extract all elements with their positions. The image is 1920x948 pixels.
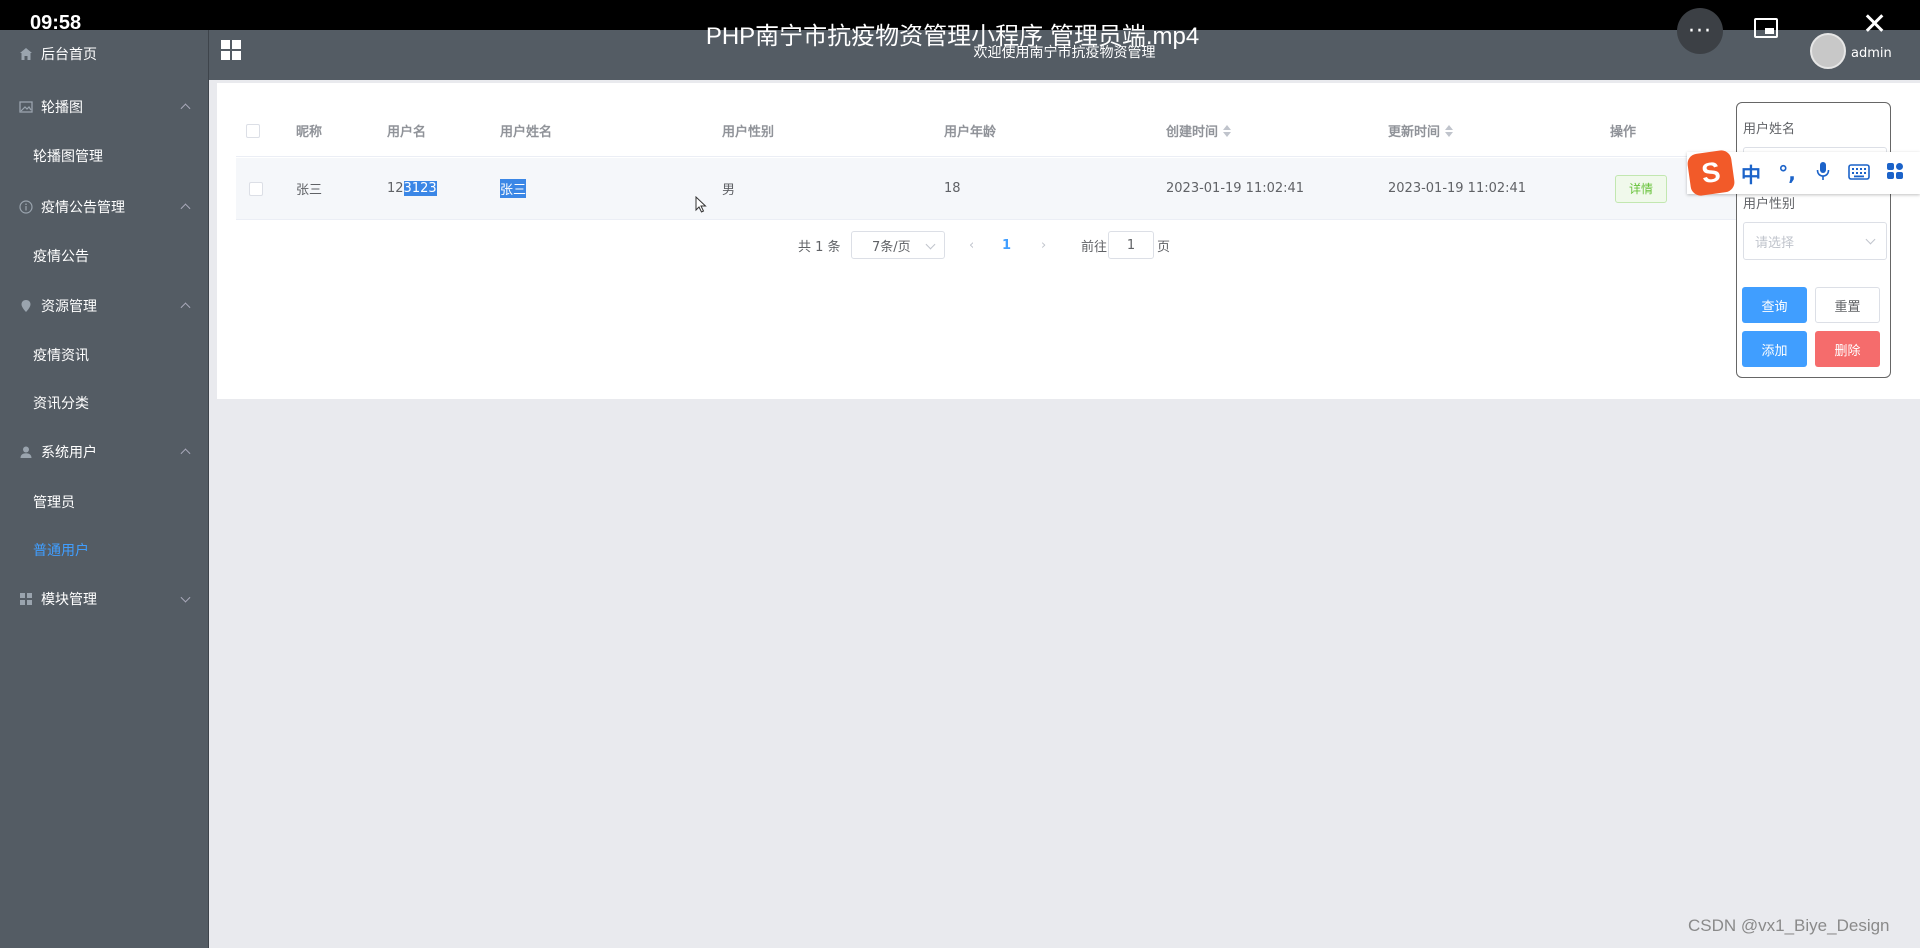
sidebar-item-label: 轮播图管理 <box>33 149 103 165</box>
chevron-up-icon <box>180 448 191 459</box>
image-icon <box>19 101 33 113</box>
table-row: 张三 12 3123 张三 男 18 2023-01-19 11:02:41 20… <box>236 158 1796 220</box>
goto-suffix: 页 <box>1157 239 1171 255</box>
sort-icon[interactable] <box>1445 124 1454 137</box>
sidebar-item-label: 资讯分类 <box>33 396 89 412</box>
sidebar-item-resource-manage[interactable]: 资源管理 <box>0 282 209 330</box>
query-button[interactable]: 查询 <box>1742 287 1807 323</box>
video-title: PHP南宁市抗疫物资管理小程序 管理员端.mp4 <box>705 23 1200 50</box>
column-header-label: 创建时间 <box>1166 125 1219 140</box>
sidebar-item-administrator[interactable]: 管理员 <box>0 479 209 525</box>
chevron-up-icon <box>180 103 191 114</box>
cell-actions: 详情 <box>1615 158 1667 219</box>
cell-created-time: 2023-01-19 11:02:41 <box>1166 181 1305 196</box>
table-header: 昵称 用户名 用户姓名 用户性别 用户年龄 创建时间 更新时间 操作 <box>236 105 1796 157</box>
gender-label: 用户性别 <box>1743 197 1796 212</box>
sidebar-item-module-manage[interactable]: 模块管理 <box>0 575 209 623</box>
sidebar-item-label: 疫情公告 <box>33 249 89 265</box>
reset-button[interactable]: 重置 <box>1815 287 1880 323</box>
sidebar-item-carousel-manage[interactable]: 轮播图管理 <box>0 133 209 179</box>
gender-select[interactable]: 请选择 <box>1743 222 1887 260</box>
chevron-up-icon <box>180 302 191 313</box>
search-panel: 用户姓名 用户性别 请选择 查询 重置 添加 删除 <box>1736 102 1891 378</box>
user-icon <box>20 446 32 458</box>
sidebar-item-label: 轮播图 <box>41 100 83 116</box>
watermark: CSDN @vx1_Biye_Design <box>1688 916 1890 935</box>
ime-punctuation-toggle[interactable]: °, <box>1769 161 1805 185</box>
close-button[interactable]: ✕ <box>1862 10 1887 40</box>
microphone-icon[interactable] <box>1805 161 1841 186</box>
ime-toolbar: S 中 °, <box>1686 149 1920 197</box>
selected-text: 3123 <box>403 181 437 196</box>
username-text: 12 <box>387 181 404 196</box>
sidebar-item-label: 普通用户 <box>33 543 89 559</box>
goto-label: 前往 <box>1081 239 1108 255</box>
sidebar-item-label: 资源管理 <box>41 299 97 315</box>
column-header: 操作 <box>1610 125 1637 140</box>
cell-username: 12 3123 <box>387 158 437 219</box>
toolbox-icon[interactable] <box>1877 161 1913 185</box>
sort-icon[interactable] <box>1223 124 1232 137</box>
sidebar-item-label: 管理员 <box>33 495 75 511</box>
sidebar-item-epidemic-news[interactable]: 疫情资讯 <box>0 332 209 378</box>
ime-language-toggle[interactable]: 中 <box>1733 159 1769 188</box>
page-size-select[interactable]: 7条/页 <box>851 231 945 259</box>
prev-page-icon[interactable]: ‹ <box>969 231 974 259</box>
mouse-cursor-icon <box>695 196 707 213</box>
main-content: 昵称 用户名 用户姓名 用户性别 用户年龄 创建时间 更新时间 操作 张三 12… <box>217 83 1920 399</box>
cell-gender: 男 <box>722 183 736 198</box>
delete-button[interactable]: 删除 <box>1815 331 1880 367</box>
sidebar: 后台首页 轮播图 轮播图管理 疫情公告管理 疫情公告 资源管理 疫情资讯 资讯分… <box>0 0 209 948</box>
sogou-logo-icon[interactable]: S <box>1686 149 1736 197</box>
sidebar-item-epidemic-notice-manage[interactable]: 疫情公告管理 <box>0 183 209 231</box>
column-header: 用户名 <box>387 125 427 140</box>
keyboard-icon[interactable] <box>1841 161 1877 185</box>
sidebar-item-news-category[interactable]: 资讯分类 <box>0 380 209 426</box>
column-header: 用户姓名 <box>500 125 553 140</box>
column-header-created[interactable]: 创建时间 <box>1166 105 1232 156</box>
detail-button[interactable]: 详情 <box>1615 174 1667 203</box>
chevron-down-icon <box>180 592 191 603</box>
sidebar-item-epidemic-notice[interactable]: 疫情公告 <box>0 233 209 279</box>
row-checkbox[interactable] <box>249 158 263 219</box>
total-count: 共 1 条 <box>798 239 841 255</box>
cell-updated-time: 2023-01-19 11:02:41 <box>1388 181 1527 196</box>
more-icon: ··· <box>1688 18 1712 44</box>
sidebar-item-system-users[interactable]: 系统用户 <box>0 428 209 476</box>
grid-icon <box>20 593 32 605</box>
sidebar-item-label: 模块管理 <box>41 592 97 608</box>
column-header: 昵称 <box>296 125 323 140</box>
column-header: 用户性别 <box>722 125 775 140</box>
pagination: 共 1 条 7条/页 ‹ 1 › 前往 1 页 <box>217 231 1920 259</box>
goto-page-input[interactable]: 1 <box>1108 231 1154 259</box>
sidebar-item-label: 疫情公告管理 <box>41 200 125 216</box>
info-icon <box>19 200 33 214</box>
column-header-label: 更新时间 <box>1388 125 1441 140</box>
cell-age: 18 <box>944 181 961 196</box>
next-page-icon[interactable]: › <box>1041 231 1046 259</box>
picture-in-picture-icon[interactable] <box>1754 18 1778 38</box>
sidebar-item-normal-user[interactable]: 普通用户 <box>0 527 209 573</box>
close-icon: ✕ <box>1862 7 1888 42</box>
cell-nickname: 张三 <box>296 183 323 198</box>
sidebar-item-label: 系统用户 <box>41 445 97 461</box>
add-button[interactable]: 添加 <box>1742 331 1807 367</box>
location-icon <box>21 300 31 312</box>
column-header: 用户年龄 <box>944 125 997 140</box>
column-header-updated[interactable]: 更新时间 <box>1388 105 1454 156</box>
name-label: 用户姓名 <box>1743 122 1796 137</box>
more-options-button[interactable]: ··· <box>1677 8 1723 54</box>
select-all-checkbox[interactable] <box>246 105 260 156</box>
chevron-up-icon <box>180 203 191 214</box>
page-number[interactable]: 1 <box>1002 231 1011 259</box>
selected-text: 张三 <box>500 179 527 198</box>
sidebar-item-label: 疫情资讯 <box>33 348 89 364</box>
cell-realname: 张三 <box>500 158 527 219</box>
sidebar-item-carousel[interactable]: 轮播图 <box>0 83 209 131</box>
